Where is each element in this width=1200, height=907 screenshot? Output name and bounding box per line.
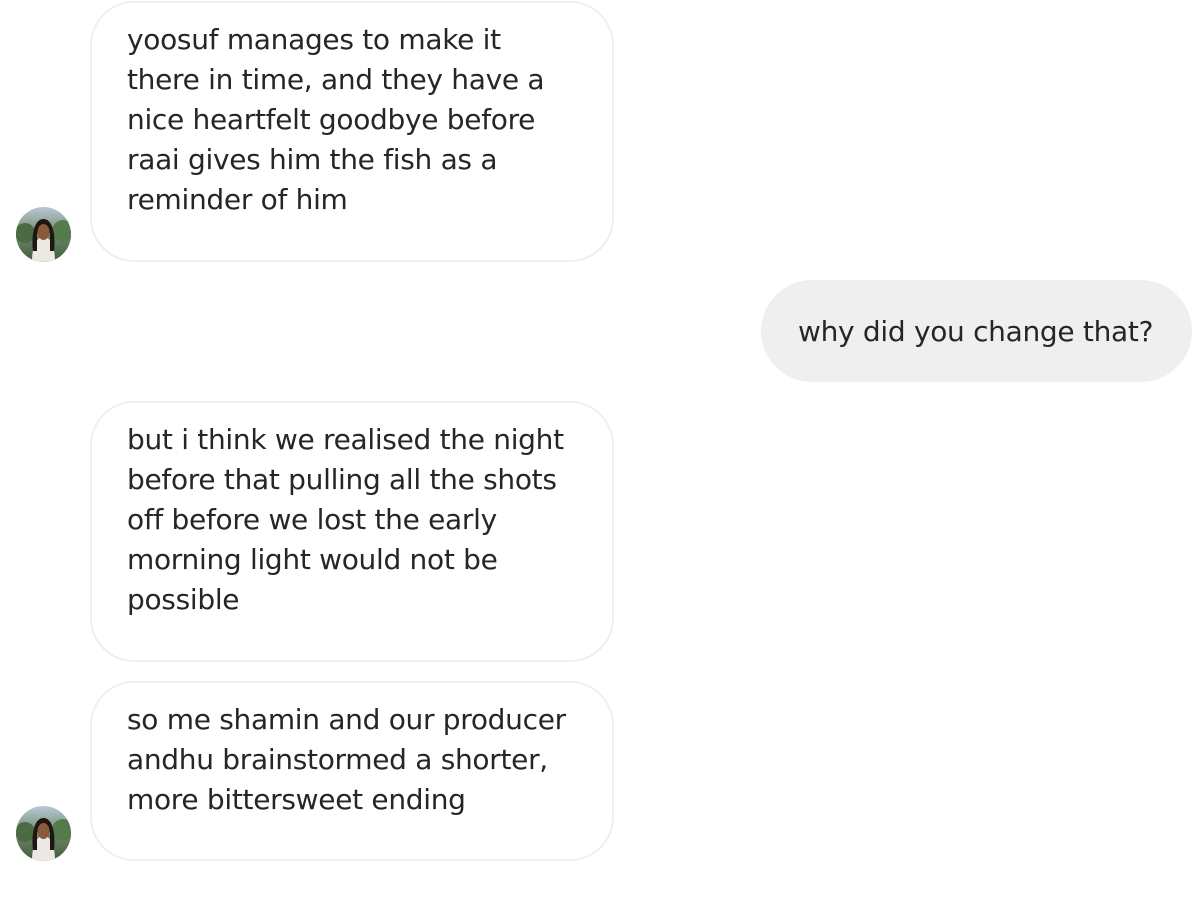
contact-avatar[interactable]: [16, 806, 71, 861]
outgoing-message-bubble[interactable]: why did you change that?: [761, 280, 1192, 382]
contact-avatar-icon: [16, 806, 71, 861]
contact-avatar[interactable]: [16, 207, 71, 262]
incoming-message-bubble[interactable]: but i think we realised the night before…: [90, 401, 614, 662]
incoming-message-bubble[interactable]: so me shamin and our producer andhu brai…: [90, 681, 614, 861]
contact-avatar-icon: [16, 207, 71, 262]
incoming-message-bubble[interactable]: yoosuf manages to make it there in time,…: [90, 1, 614, 262]
